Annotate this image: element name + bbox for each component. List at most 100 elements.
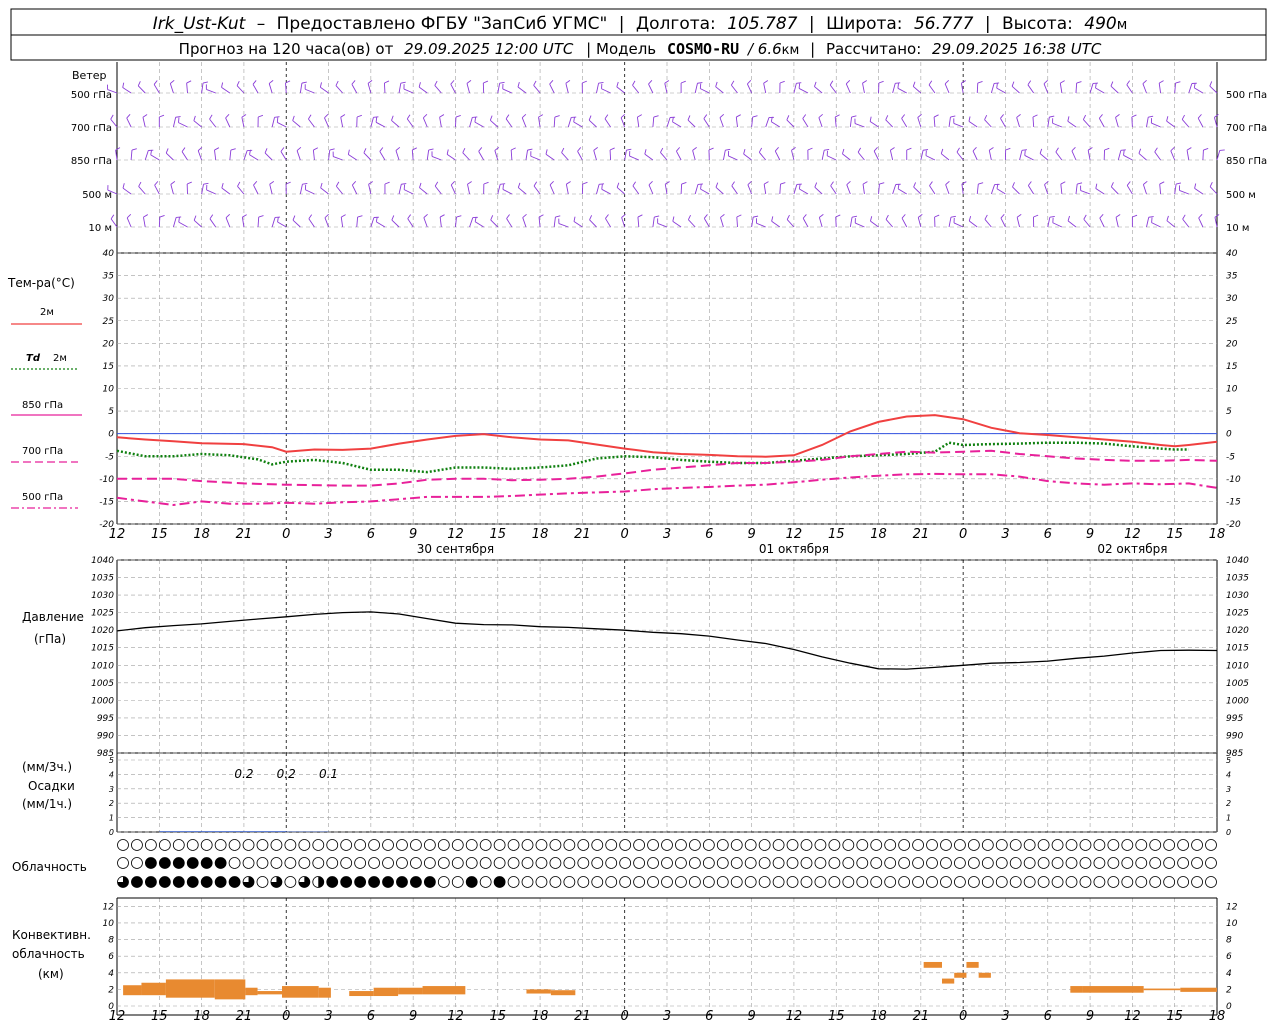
conv-cloud-bar (374, 988, 398, 996)
wind-barb (1060, 83, 1062, 93)
wind-barb-feather (154, 80, 157, 84)
wind-barb-feather (764, 182, 768, 185)
cloud-cover-symbol (118, 858, 129, 869)
wind-barb (969, 121, 977, 127)
wind-barb-feather (969, 216, 970, 221)
wind-barb (1028, 186, 1033, 194)
wind-barb-feather (484, 182, 489, 184)
wind-barb (985, 219, 991, 227)
wind-barb-feather (368, 80, 372, 83)
wind-barb (893, 83, 896, 93)
wind-barb-feather (376, 117, 377, 122)
wind-barb-feather (160, 215, 165, 217)
pressure-tick-label-right: 995 (1226, 714, 1243, 724)
cloud-cover-symbol (564, 858, 575, 869)
wind-barb (424, 218, 427, 227)
wind-barb (286, 83, 287, 93)
wind-barb-feather (720, 214, 724, 217)
cloud-cover-symbol (1136, 840, 1147, 851)
wind-barb (929, 85, 935, 93)
cloud-cover-symbol (313, 840, 324, 851)
wind-barb (1053, 223, 1062, 227)
wind-barb (941, 154, 949, 160)
conv-tick-label-right: 4 (1226, 969, 1232, 979)
wind-barb (1048, 217, 1050, 227)
cloud-cover-symbol (396, 840, 407, 851)
wind-barb-feather (324, 114, 328, 118)
wind-barb-feather (1040, 149, 1042, 154)
cloud-cover-symbol (773, 877, 784, 888)
cloud-cover-symbol (927, 858, 938, 869)
wind-barb (503, 89, 512, 93)
wind-barb (404, 89, 413, 93)
wind-barb (831, 186, 837, 194)
wind-barb-feather (451, 181, 454, 185)
wind-barb-feather (1049, 116, 1054, 117)
time-tick-label: 12 (786, 527, 803, 542)
wind-barb (419, 188, 427, 194)
conv-cloud-bar (166, 979, 215, 997)
precip-tick-label-right: 2 (1226, 799, 1231, 808)
wind-barb (371, 117, 374, 127)
wind-barb (554, 117, 555, 127)
cloud-cover-symbol (1122, 840, 1133, 851)
wind-barb (1203, 150, 1204, 160)
wind-barb-feather (546, 149, 547, 154)
cloud-cover-symbol (522, 840, 533, 851)
wind-barb (173, 217, 176, 227)
conv-cloud-bar (398, 988, 422, 995)
cloud-cover-symbol (606, 840, 617, 851)
wind-barb (423, 118, 427, 127)
cloud-cover-symbol (1010, 840, 1021, 851)
cloud-cover-symbol (787, 840, 798, 851)
wind-level-500m-right: 500 м (1226, 190, 1256, 201)
wind-barb-feather (961, 81, 965, 84)
wind-barb-feather (384, 81, 389, 83)
time-tick-label-bottom: 21 (236, 1009, 253, 1024)
wind-barb-feather (1143, 80, 1147, 83)
cloud-cover-symbol (857, 840, 868, 851)
temp-tick-label: -5 (105, 452, 114, 462)
wind-barb (198, 151, 201, 160)
wind-barb-feather (483, 81, 488, 83)
cloud-cover-symbol (355, 858, 366, 869)
cloud-cover-fill (383, 877, 394, 888)
cloud-cover-symbol (383, 840, 394, 851)
cloud-cover-symbol (369, 858, 380, 869)
wind-barb-feather (518, 183, 520, 188)
wind-barb (874, 151, 878, 160)
wind-barb-feather (1132, 215, 1137, 217)
wind-barb (143, 117, 145, 127)
temp-tick-label-right: 30 (1226, 294, 1238, 304)
wind-barb-feather (737, 215, 742, 217)
time-tick-label: 9 (1086, 527, 1094, 542)
wind-barb (470, 218, 473, 227)
wind-barb (688, 220, 695, 227)
wind-barb (748, 185, 752, 194)
cloud-cover-symbol (285, 840, 296, 851)
wind-barb-feather (419, 82, 420, 87)
conv-cloud-bar (979, 973, 991, 978)
wind-barb-feather (321, 183, 322, 188)
wind-barb-feather (879, 81, 884, 83)
lon-value: 105.787 (727, 14, 797, 34)
wind-barb (949, 217, 951, 227)
wind-barb-feather (1210, 81, 1212, 86)
cloud-cover-symbol (536, 840, 547, 851)
wind-barb (357, 217, 358, 227)
wind-barb-feather (819, 214, 823, 217)
wind-barb (596, 184, 599, 194)
wind-barb-feather (281, 148, 284, 152)
wind-barb (272, 117, 274, 127)
wind-barb-feather (159, 115, 164, 117)
wind-barb-feather (605, 214, 608, 218)
wind-barb-feather (803, 115, 806, 119)
wind-barb-feather (1028, 81, 1031, 85)
wind-barb-feather (1017, 214, 1021, 217)
cloud-cover-symbol (843, 840, 854, 851)
wind-barb-feather (824, 149, 829, 150)
cloud-cover-symbol (536, 858, 547, 869)
calc-time: 29.09.2025 16:38 UTC (932, 40, 1102, 58)
wind-barb (320, 87, 328, 93)
wind-level-700hpa-right: 700 гПа (1226, 123, 1267, 134)
